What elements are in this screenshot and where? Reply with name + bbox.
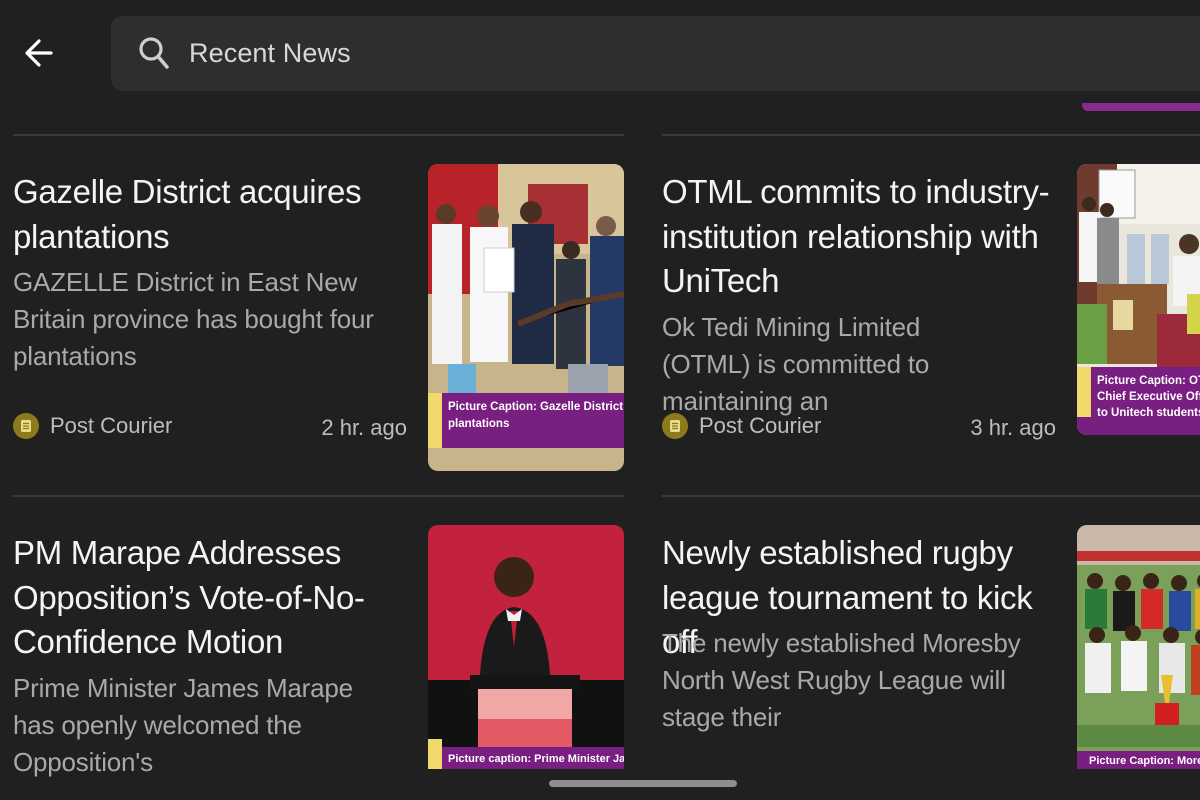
- article-thumbnail: Picture caption: Prime Minister James Ma…: [428, 525, 624, 769]
- back-arrow-icon: [25, 39, 53, 67]
- home-indicator[interactable]: [549, 780, 737, 787]
- article-snippet: GAZELLE District in East New Britain pro…: [13, 267, 374, 371]
- image-caption: Picture Caption: Gazelle District acqui …: [428, 393, 624, 448]
- source-row: Post Courier: [13, 413, 172, 439]
- news-card[interactable]: OTML commits to industry-institution rel…: [662, 164, 1200, 475]
- news-source-icon: [13, 413, 39, 439]
- caption-accent: [428, 393, 442, 448]
- article-snippet: Ok Tedi Mining Limited (OTML) is committ…: [662, 312, 930, 416]
- article-snippet: The newly established Moresby North West…: [662, 628, 1021, 732]
- article-title: Gazelle District acquires plantations: [13, 173, 362, 255]
- team-photo-image: [1077, 525, 1200, 769]
- image-caption: Picture Caption: OTML Chief Executive Of…: [1077, 367, 1200, 435]
- source-row: Post Courier: [662, 413, 821, 439]
- source-name: Post Courier: [699, 413, 822, 438]
- news-card[interactable]: Newly established rugby league tournamen…: [662, 525, 1200, 771]
- article-title: PM Marape Addresses Opposition’s Vote-of…: [13, 534, 365, 660]
- search-query: Recent News: [189, 38, 351, 68]
- caption-accent: [428, 739, 442, 769]
- search-bar[interactable]: Recent News: [111, 16, 1200, 91]
- divider: [13, 134, 624, 136]
- news-app: Recent News Gazelle District acquires pl…: [0, 0, 1200, 800]
- source-name: Post Courier: [50, 413, 173, 438]
- news-card[interactable]: PM Marape Addresses Opposition’s Vote-of…: [13, 525, 624, 777]
- article-snippet: Prime Minister James Marape has openly w…: [13, 673, 353, 777]
- divider: [662, 495, 1200, 497]
- divider: [13, 495, 624, 497]
- timestamp: 2 hr. ago: [321, 415, 407, 440]
- image-caption: Picture caption: Prime Minister James Ma…: [428, 747, 624, 769]
- caption-accent: [1077, 367, 1091, 417]
- back-button[interactable]: [14, 28, 64, 78]
- image-caption: Picture Caption: Moresby N: [1077, 751, 1200, 769]
- article-thumbnail: Picture Caption: Moresby N: [1077, 525, 1200, 769]
- previous-card-image-edge: [1082, 103, 1200, 111]
- article-title: OTML commits to industry-institution rel…: [662, 173, 1050, 299]
- search-icon: [139, 34, 173, 74]
- news-card[interactable]: Gazelle District acquires plantations GA…: [13, 164, 624, 475]
- article-thumbnail: Picture Caption: OTML Chief Executive Of…: [1077, 164, 1200, 435]
- article-thumbnail: Picture Caption: Gazelle District acqui …: [428, 164, 624, 471]
- speech-photo-image: [428, 525, 624, 769]
- timestamp: 3 hr. ago: [970, 415, 1056, 440]
- divider: [662, 134, 1200, 136]
- news-source-icon: [662, 413, 688, 439]
